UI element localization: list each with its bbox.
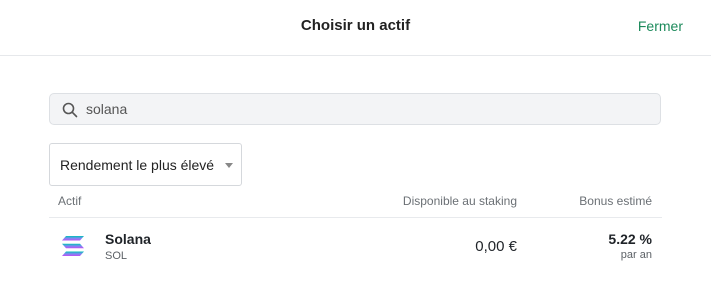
solana-logo-icon [62,236,84,256]
column-header-estimated-bonus: Bonus estimé [579,194,652,208]
estimated-bonus-period: par an [620,249,652,261]
table-row[interactable]: Solana SOL 0,00 € 5.22 % par an [49,218,662,270]
modal-title: Choisir un actif [300,17,411,34]
estimated-bonus-value: 5.22 % [608,231,652,247]
column-header-available-staking: Disponible au staking [402,194,517,208]
search-input[interactable] [86,94,646,124]
sort-dropdown[interactable]: Rendement le plus élevé [49,143,242,186]
asset-symbol: SOL [105,250,128,262]
available-staking-value: 0,00 € [475,238,517,255]
sort-dropdown-label: Rendement le plus élevé [60,157,215,173]
caret-down-icon [225,163,233,168]
column-header-asset: Actif [58,194,82,208]
modal-header: Choisir un actif Fermer [0,0,711,56]
search-field[interactable] [49,93,661,125]
search-icon [62,102,78,118]
asset-name: Solana [105,231,151,247]
close-button[interactable]: Fermer [638,18,683,34]
